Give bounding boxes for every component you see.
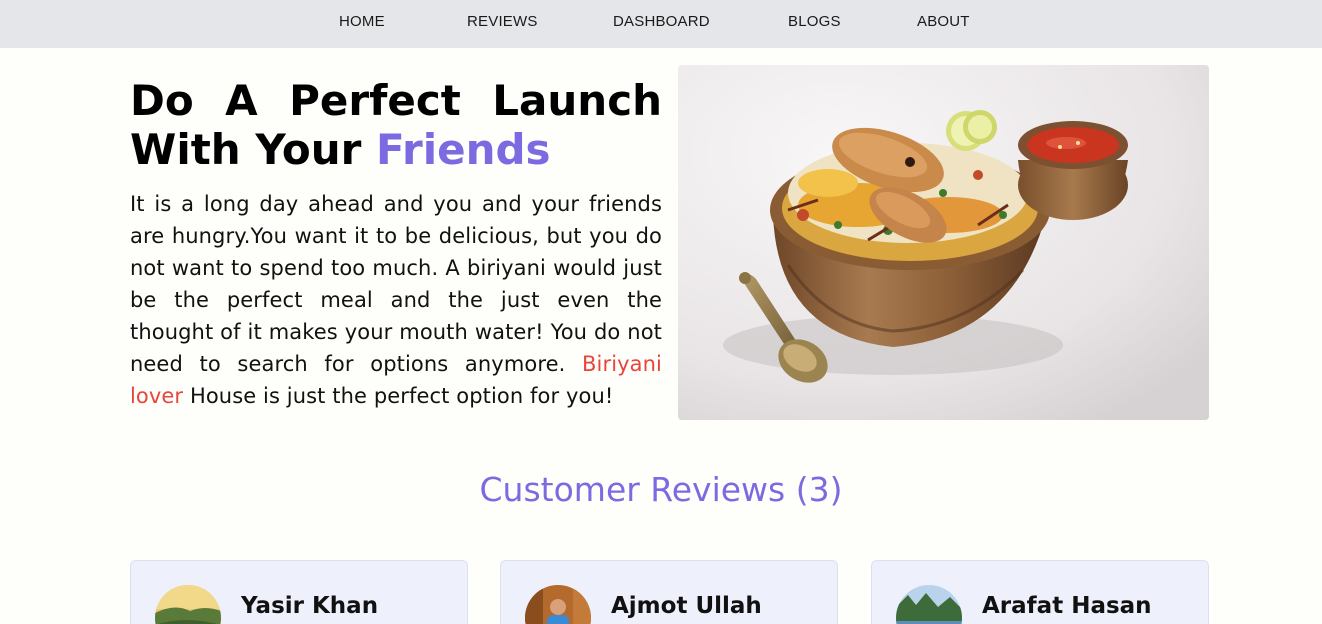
hero-description: It is a long day ahead and you and your … xyxy=(130,188,662,412)
reviewer-name: Ajmot Ullah xyxy=(611,593,762,619)
hero-title-prefix: With Your xyxy=(130,125,362,174)
nav-home-link[interactable]: HOME xyxy=(339,13,385,30)
review-card: Arafat Hasan xyxy=(871,560,1209,624)
customer-reviews-heading: Customer Reviews (3) xyxy=(479,470,843,509)
reviewer-avatar xyxy=(896,585,962,624)
biryani-hero-image xyxy=(678,65,1209,420)
reviewer-name: Arafat Hasan xyxy=(982,593,1152,619)
reviewer-avatar xyxy=(525,585,591,624)
hero-description-text: It is a long day ahead and you and your … xyxy=(130,192,662,376)
hero-description-end: House is just the perfect option for you… xyxy=(183,384,614,408)
reviewer-name: Yasir Khan xyxy=(241,593,379,619)
hero-title-line1: Do A Perfect Launch xyxy=(130,76,662,125)
nav-reviews-link[interactable]: REVIEWS xyxy=(467,13,538,30)
nav-about-link[interactable]: ABOUT xyxy=(917,13,970,30)
review-card: Ajmot Ullah xyxy=(500,560,838,624)
hero-title: Do A Perfect Launch With Your Friends xyxy=(130,76,662,174)
hero-title-line2: With Your Friends xyxy=(130,125,662,174)
review-card: Yasir Khan xyxy=(130,560,468,624)
reviewer-avatar xyxy=(155,585,221,624)
top-navbar: HOME REVIEWS DASHBOARD BLOGS ABOUT xyxy=(0,0,1322,48)
nav-blogs-link[interactable]: BLOGS xyxy=(788,13,841,30)
hero-title-accent: Friends xyxy=(375,125,551,174)
nav-dashboard-link[interactable]: DASHBOARD xyxy=(613,13,710,30)
